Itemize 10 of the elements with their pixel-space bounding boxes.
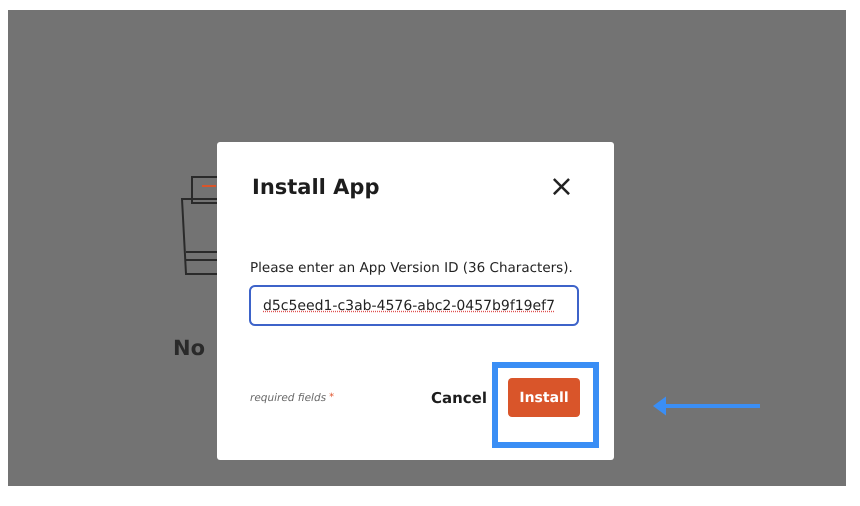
close-button[interactable]: × (548, 172, 580, 202)
required-asterisk: * (329, 392, 334, 403)
cancel-button[interactable]: Cancel (430, 388, 487, 406)
required-fields-note: required fields (250, 392, 326, 404)
dialog-title: Install App (252, 175, 380, 199)
left-arrow-icon (652, 395, 762, 417)
install-button[interactable]: Install (508, 378, 580, 417)
field-label: Please enter an App Version ID (36 Characters). (250, 260, 574, 276)
version-id-input-field[interactable]: d5c5eed1-c3ab-4576-abc2-0457b9f19ef7 (249, 285, 579, 326)
empty-state-title: No (173, 336, 206, 360)
